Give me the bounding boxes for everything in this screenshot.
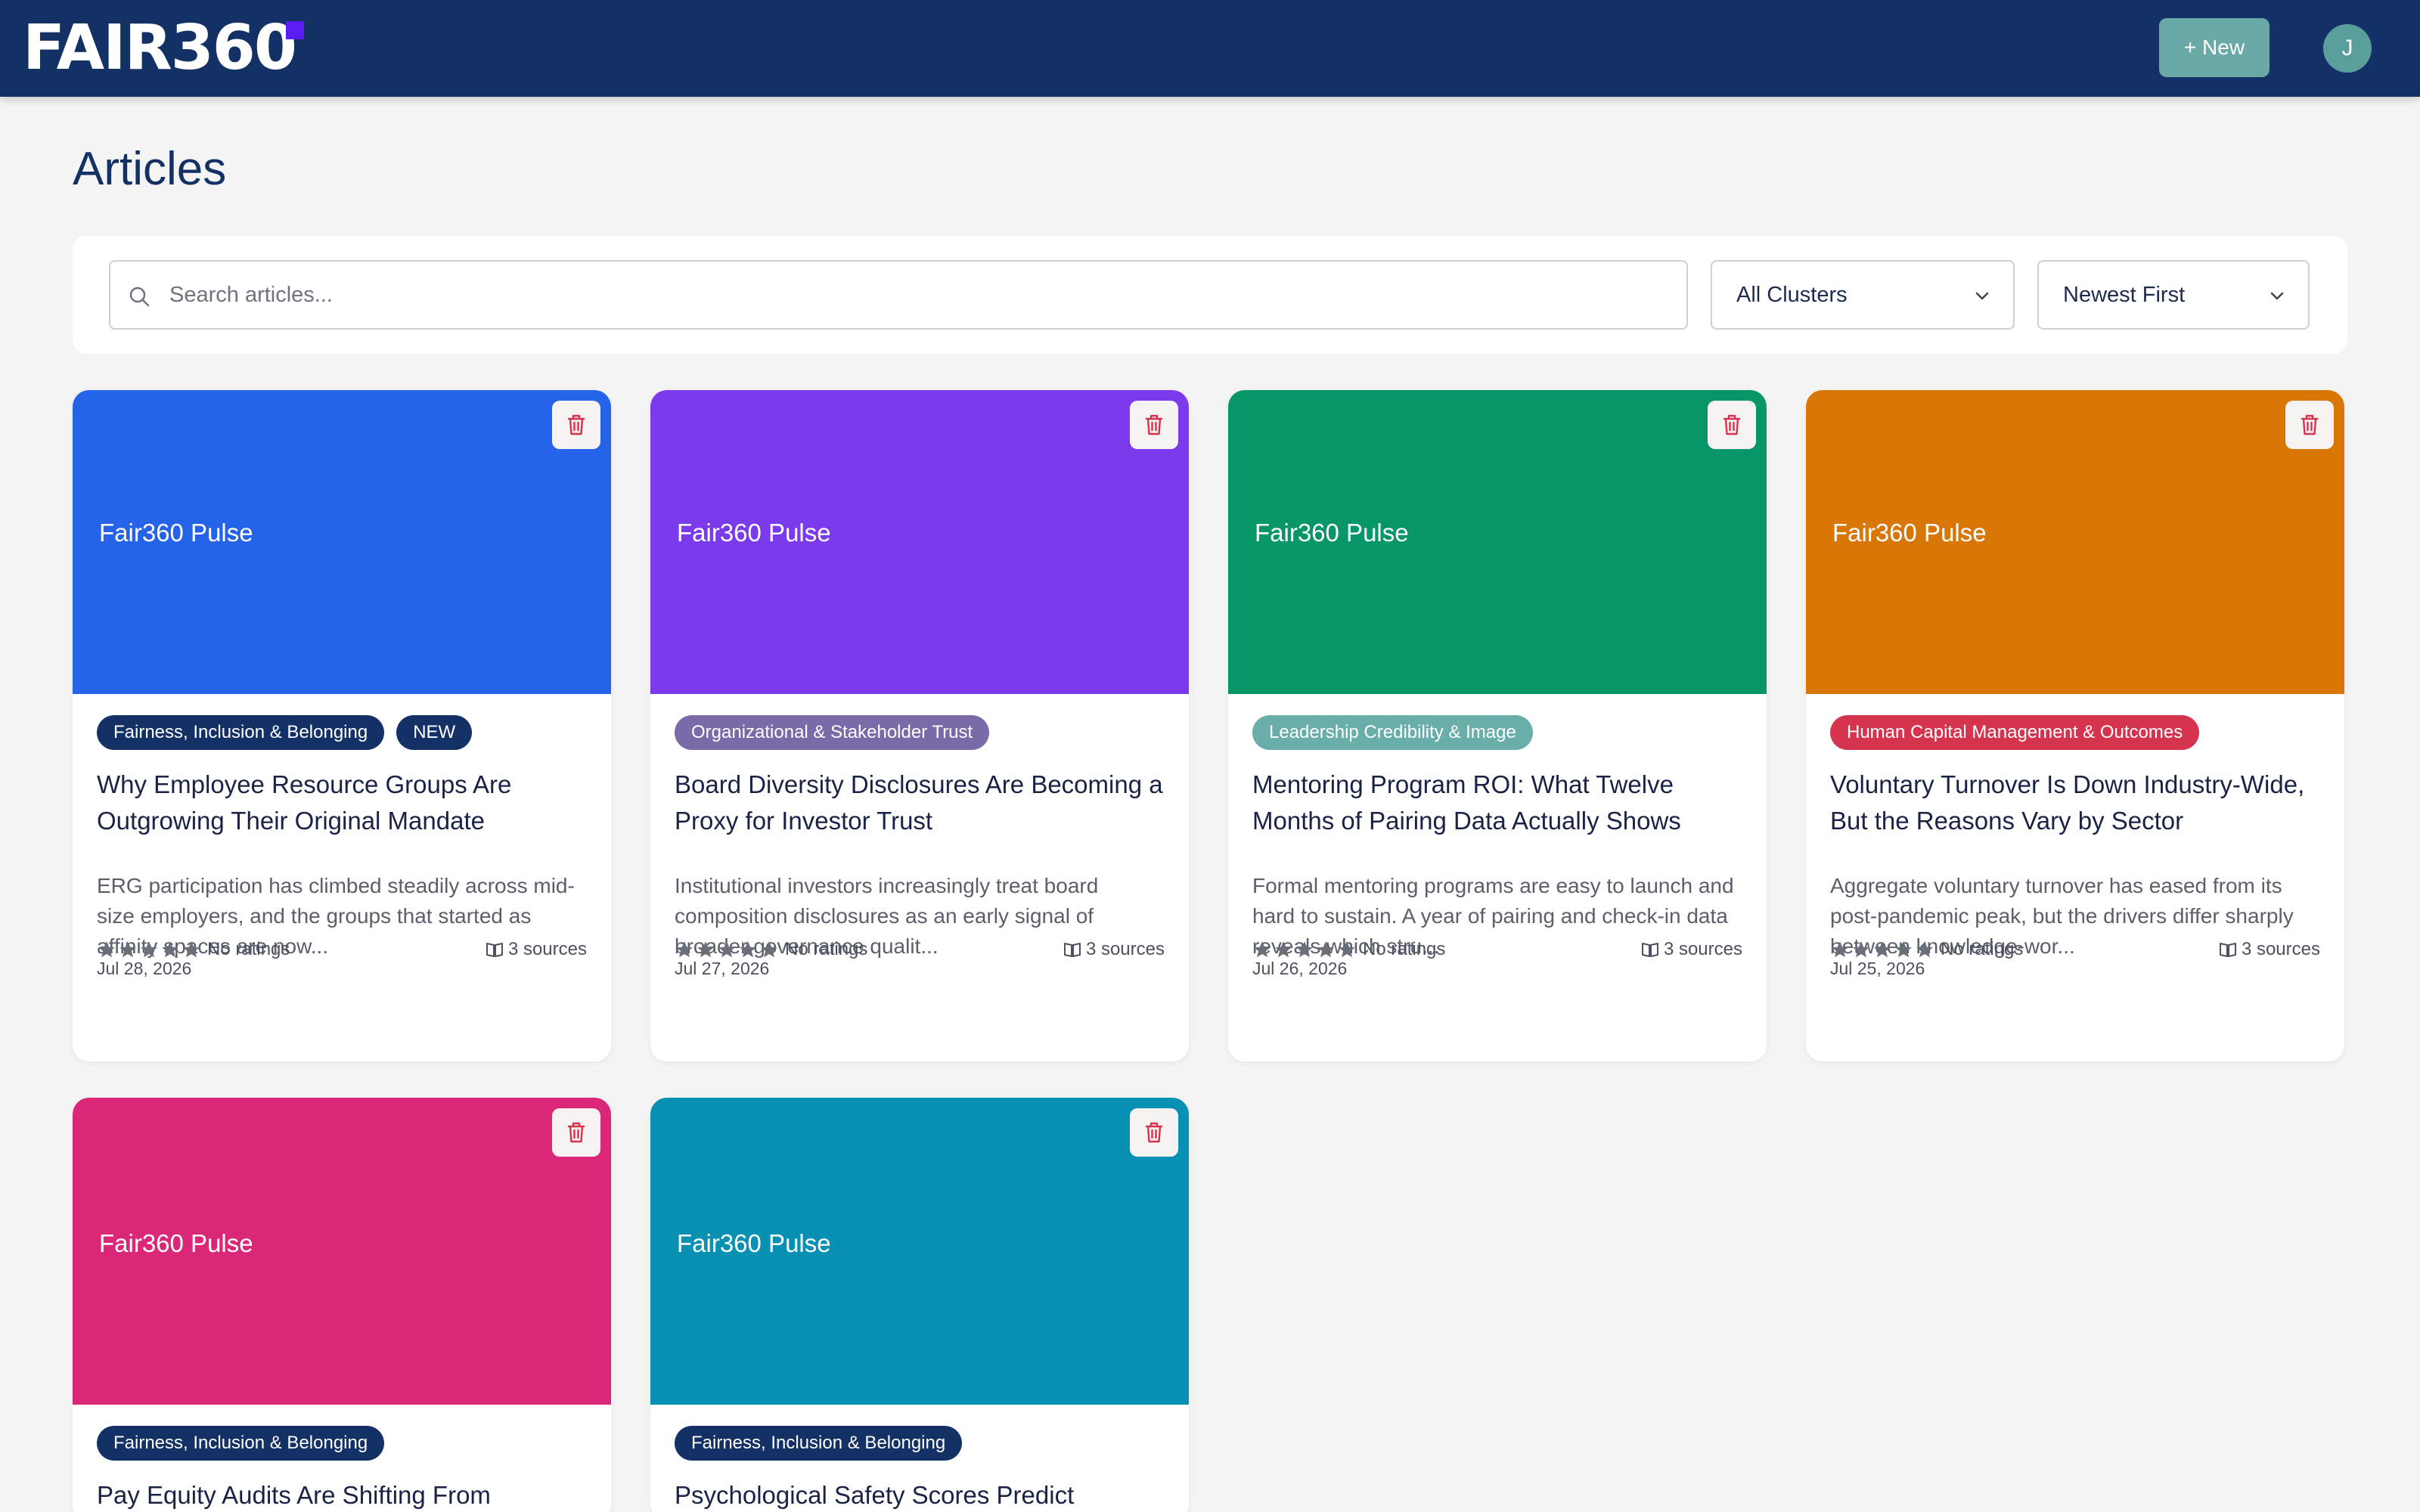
rating-text: No ratings (785, 939, 868, 959)
rating-stars[interactable] (97, 940, 201, 959)
delete-button[interactable] (2285, 401, 2334, 449)
cluster-tag: Fairness, Inclusion & Belonging (675, 1426, 963, 1461)
top-navbar: FAIR360 + New J (0, 0, 2420, 97)
card-hero-image: Fair360 Pulse (73, 390, 611, 694)
hero-label: Fair360 Pulse (99, 1229, 253, 1257)
page-title: Articles (73, 143, 227, 195)
article-card[interactable]: Fair360 Pulse Organizational & Stakeholde… (650, 390, 1189, 1061)
sources-label: 3 sources (2241, 939, 2320, 959)
cluster-select-value: All Clusters (1736, 283, 1848, 307)
article-title[interactable]: Why Employee Resource Groups Are Outgrow… (97, 767, 588, 839)
delete-button[interactable] (552, 1108, 600, 1157)
logo[interactable]: FAIR360 (23, 17, 297, 80)
article-date: Jul 27, 2026 (675, 959, 770, 978)
filter-panel: All Clusters Newest First (73, 236, 2347, 354)
article-title[interactable]: Board Diversity Disclosures Are Becoming… (675, 767, 1166, 839)
search-box[interactable] (109, 260, 1688, 330)
tag-row: Fairness, Inclusion & Belonging (675, 1426, 963, 1461)
sources-count: 3 sources (1063, 937, 1165, 962)
article-card[interactable]: Fair360 Pulse Leadership Credibility & Im… (1228, 390, 1767, 1061)
delete-button[interactable] (552, 401, 600, 449)
logo-accent-square (286, 21, 304, 39)
chevron-down-icon (1975, 292, 1989, 300)
trash-icon (2301, 414, 2319, 435)
cluster-tag: NEW (396, 715, 473, 750)
article-card[interactable]: Fair360 Pulse Fairness, Inclusion & Belon… (73, 1098, 611, 1512)
sources-count: 3 sources (2219, 937, 2320, 962)
article-date: Jul 25, 2026 (1830, 959, 1925, 978)
cluster-tag: Leadership Credibility & Image (1252, 715, 1533, 750)
card-hero-image: Fair360 Pulse (650, 390, 1189, 694)
hero-label: Fair360 Pulse (677, 1229, 831, 1257)
trash-icon (1723, 414, 1741, 435)
rating-text: No ratings (1941, 939, 2024, 959)
delete-button[interactable] (1130, 1108, 1178, 1157)
book-icon (2219, 943, 2236, 957)
book-icon (1063, 943, 1081, 957)
trash-icon (567, 1122, 585, 1143)
sources-count: 3 sources (486, 937, 587, 962)
new-article-button[interactable]: + New (2159, 18, 2270, 77)
book-icon (1641, 943, 1658, 957)
article-title[interactable]: Voluntary Turnover Is Down Industry-Wide… (1830, 767, 2322, 839)
sort-select-value: Newest First (2063, 283, 2186, 307)
hero-label: Fair360 Pulse (1832, 519, 1987, 547)
tag-row: Leadership Credibility & Image (1252, 715, 1533, 750)
hero-label: Fair360 Pulse (677, 519, 831, 547)
card-hero-image: Fair360 Pulse (1228, 390, 1767, 694)
tag-row: Fairness, Inclusion & Belonging NEW (97, 715, 473, 750)
tag-row: Fairness, Inclusion & Belonging (97, 1426, 385, 1461)
sort-select[interactable]: Newest First (2037, 260, 2310, 330)
cluster-tag: Fairness, Inclusion & Belonging (97, 1426, 385, 1461)
cluster-select[interactable]: All Clusters (1711, 260, 2015, 330)
tag-row: Human Capital Management & Outcomes (1830, 715, 2200, 750)
cluster-tag: Organizational & Stakeholder Trust (675, 715, 990, 750)
card-hero-image: Fair360 Pulse (650, 1098, 1189, 1405)
article-title[interactable]: Mentoring Program ROI: What Twelve Month… (1252, 767, 1744, 839)
tag-row: Organizational & Stakeholder Trust (675, 715, 990, 750)
article-card[interactable]: Fair360 Pulse Fairness, Inclusion & Belon… (650, 1098, 1189, 1512)
rating-stars[interactable] (1252, 940, 1357, 959)
card-hero-image: Fair360 Pulse (1806, 390, 2344, 694)
article-card[interactable]: Fair360 Pulse Human Capital Management & … (1806, 390, 2344, 1061)
article-card[interactable]: Fair360 Pulse Fairness, Inclusion & Belon… (73, 390, 611, 1061)
search-icon (129, 287, 150, 307)
rating-stars[interactable] (675, 940, 779, 959)
trash-icon (1145, 1122, 1163, 1143)
search-input[interactable] (169, 262, 1667, 328)
book-icon (486, 943, 503, 957)
sources-count: 3 sources (1641, 937, 1742, 962)
sources-label: 3 sources (1663, 939, 1742, 959)
hero-label: Fair360 Pulse (1255, 519, 1409, 547)
user-avatar[interactable]: J (2323, 24, 2372, 73)
chevron-down-icon (2270, 292, 2284, 300)
rating-text: No ratings (1363, 939, 1446, 959)
sources-label: 3 sources (1085, 939, 1165, 959)
trash-icon (567, 414, 585, 435)
rating-stars[interactable] (1830, 940, 1934, 959)
article-date: Jul 28, 2026 (97, 959, 192, 978)
cluster-tag: Human Capital Management & Outcomes (1830, 715, 2200, 750)
card-hero-image: Fair360 Pulse (73, 1098, 611, 1405)
article-title[interactable]: Pay Equity Audits Are Shifting From (97, 1477, 588, 1512)
cluster-tag: Fairness, Inclusion & Belonging (97, 715, 385, 750)
rating-text: No ratings (207, 939, 290, 959)
delete-button[interactable] (1708, 401, 1756, 449)
hero-label: Fair360 Pulse (99, 519, 253, 547)
article-title[interactable]: Psychological Safety Scores Predict (675, 1477, 1166, 1512)
trash-icon (1145, 414, 1163, 435)
sources-label: 3 sources (507, 939, 587, 959)
article-date: Jul 26, 2026 (1252, 959, 1348, 978)
delete-button[interactable] (1130, 401, 1178, 449)
